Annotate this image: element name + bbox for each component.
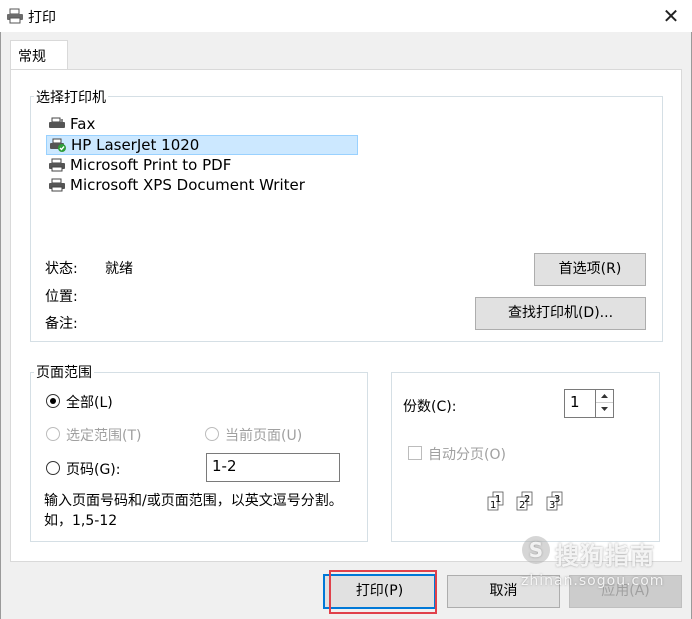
close-button[interactable]: ✕: [656, 4, 686, 30]
selection-label[interactable]: 选定范围(T): [66, 425, 141, 445]
printer-item-hp-laserjet[interactable]: HP LaserJet 1020: [46, 135, 358, 155]
preferences-button[interactable]: 首选项(R): [534, 253, 646, 286]
printer-label: HP LaserJet 1020: [71, 136, 200, 154]
copies-label: 份数(C):: [403, 399, 457, 415]
tab-general[interactable]: 常规: [10, 40, 68, 70]
collate-label[interactable]: 自动分页(O): [428, 444, 506, 464]
comment-label: 备注:: [45, 316, 78, 332]
printer-label: Fax: [70, 115, 96, 133]
printer-item-fax[interactable]: Fax: [46, 114, 166, 134]
watermark-logo: S: [522, 536, 550, 564]
collate-number: 1: [495, 494, 501, 505]
watermark-url: zhinan.sogou.com: [521, 573, 665, 589]
location-label: 位置:: [45, 289, 78, 305]
all-pages-radio[interactable]: [46, 394, 60, 408]
watermark-s-glyph: S: [528, 538, 544, 562]
pages-label[interactable]: 页码(G):: [66, 459, 121, 479]
printer-item-print-to-pdf[interactable]: Microsoft Print to PDF: [46, 155, 296, 175]
collate-number: 2: [524, 494, 530, 505]
selection-radio[interactable]: [46, 427, 60, 441]
printer-item-xps-writer[interactable]: Microsoft XPS Document Writer: [46, 175, 346, 195]
copies-spinner[interactable]: [595, 389, 614, 418]
window-title: 打印: [28, 10, 56, 26]
collate-number: 3: [554, 494, 560, 505]
pages-radio[interactable]: [46, 461, 60, 475]
default-printer-icon: [49, 138, 67, 152]
watermark-brand: 搜狗指南: [555, 542, 655, 570]
find-printer-button[interactable]: 查找打印机(D)...: [475, 297, 646, 330]
printer-icon: [48, 178, 66, 192]
select-printer-group-title: 选择打印机: [34, 87, 108, 107]
collate-preview-icon: 1 1 2 2 3 3: [486, 490, 570, 516]
status-label: 状态:: [45, 261, 78, 277]
page-range-group-title: 页面范围: [34, 362, 94, 382]
spin-up-icon[interactable]: [596, 390, 613, 403]
printer-label: Microsoft XPS Document Writer: [70, 176, 305, 194]
title-bar: 打印 ✕: [0, 0, 692, 32]
printer-label: Microsoft Print to PDF: [70, 156, 232, 174]
collate-checkbox[interactable]: [408, 446, 422, 460]
printer-list[interactable]: Fax HP LaserJet 1020 Microsoft Print to …: [46, 114, 358, 200]
current-page-label[interactable]: 当前页面(U): [225, 425, 302, 445]
current-page-radio[interactable]: [205, 427, 219, 441]
copies-input[interactable]: 1: [564, 389, 596, 418]
spin-down-icon[interactable]: [596, 403, 613, 417]
page-range-hint: 输入页面号码和/或页面范围，以英文逗号分割。如，1,5-12: [44, 493, 343, 529]
fax-printer-icon: [48, 117, 66, 131]
pages-input[interactable]: 1-2: [206, 453, 340, 482]
all-pages-label[interactable]: 全部(L): [66, 392, 113, 412]
printer-icon: [6, 8, 24, 24]
status-value: 就绪: [105, 261, 133, 277]
printer-icon: [48, 158, 66, 172]
print-button-highlight: [329, 570, 437, 614]
